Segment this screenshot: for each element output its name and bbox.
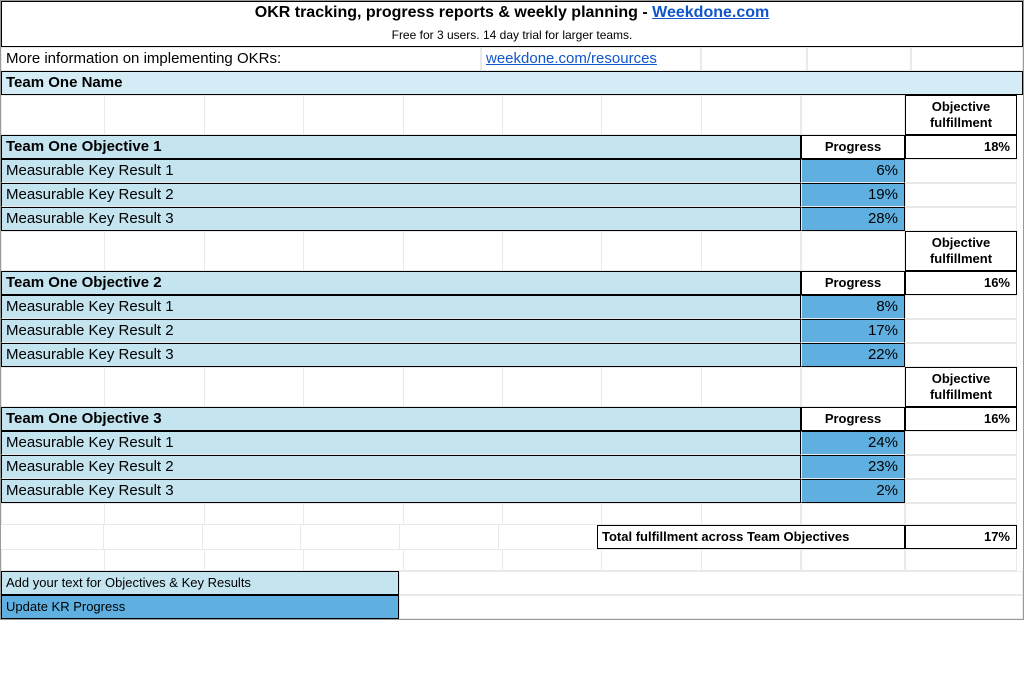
objective-title[interactable]: Team One Objective 1	[1, 135, 801, 159]
key-result-name[interactable]: Measurable Key Result 1	[1, 159, 801, 183]
key-result-progress[interactable]: 2%	[801, 479, 905, 503]
key-result-progress[interactable]: 22%	[801, 343, 905, 367]
empty-cell	[801, 367, 905, 407]
page-title: OKR tracking, progress reports & weekly …	[1, 1, 1023, 24]
empty-cell	[905, 159, 1017, 183]
page-subtitle: Free for 3 users. 14 day trial for large…	[1, 24, 1023, 47]
empty-cell	[905, 295, 1017, 319]
title-prefix: OKR tracking, progress reports & weekly …	[255, 4, 652, 21]
empty-cell	[905, 319, 1017, 343]
progress-header: Progress	[801, 407, 905, 431]
info-link[interactable]: weekdone.com/resources	[486, 50, 657, 68]
legend-add-text[interactable]: Add your text for Objectives & Key Resul…	[1, 571, 399, 595]
info-label: More information on implementing OKRs:	[1, 47, 481, 71]
key-result-name[interactable]: Measurable Key Result 2	[1, 183, 801, 207]
empty-cell	[905, 343, 1017, 367]
key-result-progress[interactable]: 6%	[801, 159, 905, 183]
key-result-name[interactable]: Measurable Key Result 1	[1, 431, 801, 455]
spreadsheet: OKR tracking, progress reports & weekly …	[0, 0, 1024, 620]
empty-cell	[801, 231, 905, 271]
team-name[interactable]: Team One Name	[1, 71, 1023, 95]
empty-cell	[911, 47, 1023, 71]
empty-row	[1, 503, 801, 525]
empty-cell	[905, 431, 1017, 455]
empty-cell	[905, 183, 1017, 207]
objective-title[interactable]: Team One Objective 2	[1, 271, 801, 295]
objective-fulfillment-header: Objective fulfillment	[905, 367, 1017, 407]
empty-cell	[905, 207, 1017, 231]
objective-fulfillment-header: Objective fulfillment	[905, 95, 1017, 135]
key-result-progress[interactable]: 8%	[801, 295, 905, 319]
objective-fulfillment-value: 16%	[905, 271, 1017, 295]
empty-cell	[701, 47, 807, 71]
progress-header: Progress	[801, 271, 905, 295]
empty-cell	[905, 479, 1017, 503]
empty-cell	[807, 47, 911, 71]
key-result-name[interactable]: Measurable Key Result 3	[1, 207, 801, 231]
empty-row	[1, 95, 801, 135]
objective-title[interactable]: Team One Objective 3	[1, 407, 801, 431]
key-result-name[interactable]: Measurable Key Result 3	[1, 479, 801, 503]
empty-row	[1, 549, 801, 571]
empty-cell	[801, 95, 905, 135]
key-result-name[interactable]: Measurable Key Result 2	[1, 319, 801, 343]
total-fulfillment-value: 17%	[905, 525, 1017, 549]
key-result-name[interactable]: Measurable Key Result 3	[1, 343, 801, 367]
empty-cell	[905, 455, 1017, 479]
key-result-progress[interactable]: 23%	[801, 455, 905, 479]
key-result-name[interactable]: Measurable Key Result 2	[1, 455, 801, 479]
info-link-cell: weekdone.com/resources	[481, 47, 701, 71]
key-result-name[interactable]: Measurable Key Result 1	[1, 295, 801, 319]
legend-update-progress[interactable]: Update KR Progress	[1, 595, 399, 619]
progress-header: Progress	[801, 135, 905, 159]
key-result-progress[interactable]: 19%	[801, 183, 905, 207]
objective-fulfillment-value: 16%	[905, 407, 1017, 431]
key-result-progress[interactable]: 28%	[801, 207, 905, 231]
total-fulfillment-label: Total fulfillment across Team Objectives	[597, 525, 905, 549]
key-result-progress[interactable]: 24%	[801, 431, 905, 455]
objective-fulfillment-value: 18%	[905, 135, 1017, 159]
title-link[interactable]: Weekdone.com	[652, 4, 769, 21]
empty-row	[1, 367, 801, 407]
objective-fulfillment-header: Objective fulfillment	[905, 231, 1017, 271]
empty-row	[1, 231, 801, 271]
key-result-progress[interactable]: 17%	[801, 319, 905, 343]
